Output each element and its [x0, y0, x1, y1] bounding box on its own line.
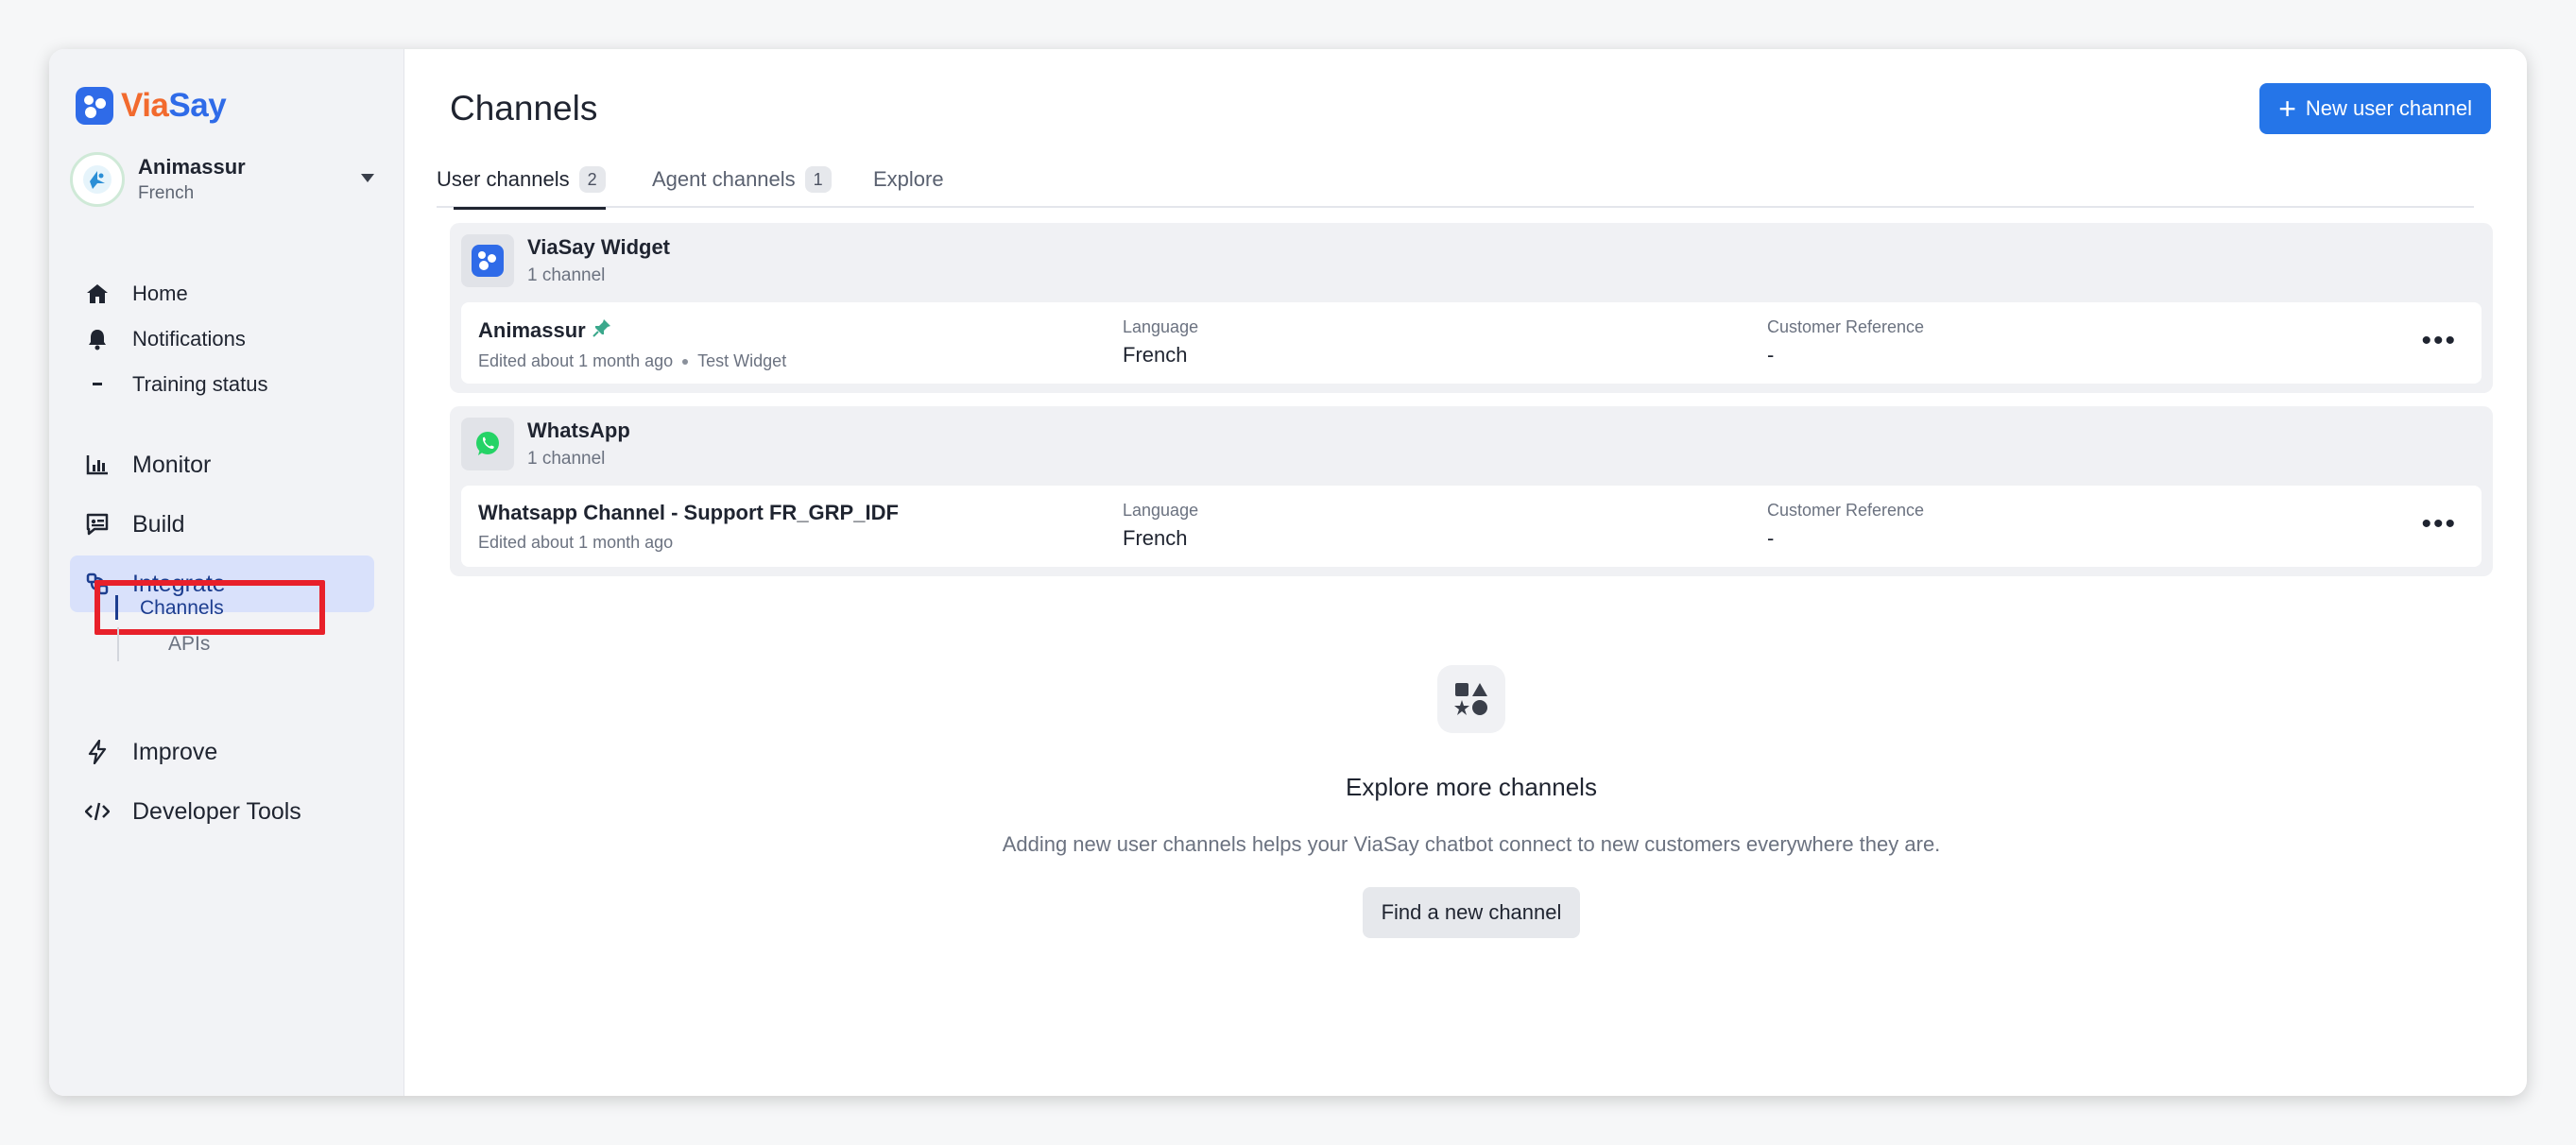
customer-reference-value: -	[1767, 526, 1775, 550]
tab-explore[interactable]: Explore	[873, 151, 944, 208]
customer-reference-label: Customer Reference	[1767, 501, 1925, 520]
viasay-widget-icon	[461, 234, 514, 287]
chat-build-icon	[83, 510, 112, 538]
account-switcher[interactable]: Animassur French	[70, 149, 382, 210]
pin-icon[interactable]	[592, 317, 612, 344]
tab-user-channels[interactable]: User channels 2	[437, 151, 606, 210]
more-options-icon[interactable]: •••	[2421, 510, 2457, 538]
tab-explore-label: Explore	[873, 167, 944, 191]
tab-bar: User channels 2 Agent channels 1 Explore	[437, 151, 2474, 210]
nav-home[interactable]: Home	[83, 280, 188, 308]
explore-description: Adding new user channels helps your ViaS…	[1002, 832, 1941, 856]
customer-reference-label: Customer Reference	[1767, 317, 1925, 336]
language-label: Language	[1123, 317, 1199, 336]
group-count: 1 channel	[527, 449, 606, 469]
bolt-icon	[83, 738, 112, 766]
channel-name: Whatsapp Channel - Support FR_GRP_IDF	[478, 501, 899, 524]
nav-monitor[interactable]: Monitor	[70, 436, 374, 493]
channel-name: Animassur	[478, 318, 586, 342]
group-name: ViaSay Widget	[527, 235, 671, 259]
nav-developer-tools-label: Developer Tools	[132, 797, 301, 825]
app-window: ViaSay Animassur French Home Notificatio…	[49, 49, 2527, 1096]
nav-developer-tools[interactable]: Developer Tools	[70, 783, 374, 840]
channel-edited: Edited about 1 month ago	[478, 351, 674, 370]
nav-home-label: Home	[132, 282, 188, 305]
bell-icon	[83, 325, 112, 353]
channel-row[interactable]: Whatsapp Channel - Support FR_GRP_IDF Ed…	[461, 486, 2482, 567]
sidebar-item-apis-label: APIs	[168, 633, 211, 655]
nav-improve[interactable]: Improve	[70, 724, 374, 780]
account-language: French	[138, 183, 195, 203]
tab-agent-channels[interactable]: Agent channels 1	[652, 151, 832, 208]
nav-build[interactable]: Build	[70, 496, 374, 553]
home-icon	[83, 280, 112, 308]
page-title: Channels	[450, 89, 598, 128]
main-content: Channels + New user channel User channel…	[404, 49, 2527, 1096]
explore-more-section: Explore more channels Adding new user ch…	[450, 665, 2493, 938]
nav-improve-label: Improve	[132, 738, 218, 765]
channel-edited: Edited about 1 month ago	[478, 533, 674, 552]
language-label: Language	[1123, 501, 1199, 520]
find-new-channel-button[interactable]: Find a new channel	[1362, 887, 1581, 938]
language-value: French	[1123, 526, 1188, 550]
nav-notifications-label: Notifications	[132, 327, 246, 350]
group-name: WhatsApp	[527, 419, 630, 442]
nav-build-label: Build	[132, 510, 185, 538]
new-user-channel-button[interactable]: + New user channel	[2259, 83, 2491, 134]
channel-group-whatsapp: WhatsApp 1 channel Whatsapp Channel - Su…	[450, 406, 2493, 576]
logo-icon	[76, 87, 113, 125]
shapes-icon	[1437, 665, 1505, 733]
active-indicator	[115, 595, 118, 620]
plus-icon: +	[2278, 92, 2296, 126]
whatsapp-icon	[461, 418, 514, 470]
channel-tag: Test Widget	[697, 351, 787, 370]
group-count: 1 channel	[527, 265, 606, 285]
customer-reference-value: -	[1767, 343, 1775, 367]
nav-monitor-label: Monitor	[132, 451, 212, 478]
nav-training-status[interactable]: Training status	[83, 370, 267, 399]
sidebar: ViaSay Animassur French Home Notificatio…	[49, 49, 404, 1096]
separator-dot	[682, 358, 689, 365]
new-user-channel-label: New user channel	[2305, 96, 2472, 120]
language-value: French	[1123, 343, 1188, 367]
more-options-icon[interactable]: •••	[2421, 327, 2457, 355]
nav-notifications[interactable]: Notifications	[83, 325, 246, 353]
brand-name: ViaSay	[121, 87, 227, 124]
caret-down-icon[interactable]	[361, 174, 374, 182]
code-icon	[83, 797, 112, 826]
chart-icon	[83, 451, 112, 479]
minus-icon	[83, 370, 112, 399]
nav-training-status-label: Training status	[132, 372, 268, 396]
tab-count-badge: 1	[804, 166, 832, 193]
channel-row[interactable]: Animassur Edited about 1 month ago Test …	[461, 302, 2482, 384]
channel-group-viasay-widget: ViaSay Widget 1 channel Animassur Edited…	[450, 223, 2493, 393]
tab-count-badge: 2	[578, 166, 606, 193]
tab-agent-channels-label: Agent channels	[652, 167, 796, 191]
account-avatar	[70, 152, 125, 207]
explore-title: Explore more channels	[1346, 773, 1597, 801]
sidebar-item-apis[interactable]: APIs	[117, 627, 259, 661]
brand-logo[interactable]: ViaSay	[76, 87, 227, 125]
sidebar-item-channels-label: Channels	[140, 597, 224, 619]
account-name: Animassur	[138, 155, 246, 179]
tab-user-channels-label: User channels	[437, 167, 570, 191]
